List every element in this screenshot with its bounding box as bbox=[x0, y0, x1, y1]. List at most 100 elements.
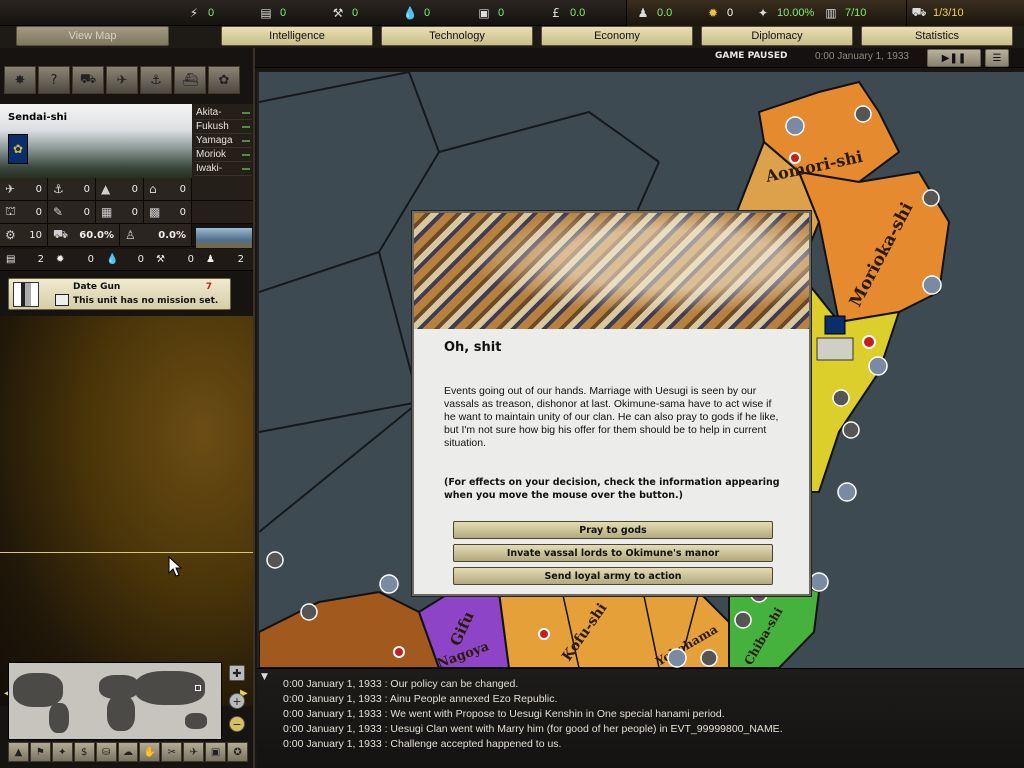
resource-convoy[interactable]: ⛟ 1/3/10 bbox=[911, 4, 963, 22]
res-cell: ▤ 2 bbox=[6, 254, 44, 265]
resource-dissent[interactable]: ✦ 10.00% bbox=[755, 4, 814, 22]
move-icon: ✚ bbox=[232, 666, 242, 680]
port-icon[interactable] bbox=[809, 572, 829, 592]
minimap-viewport[interactable] bbox=[195, 685, 201, 691]
mapmode-partisans[interactable]: ✂ bbox=[161, 742, 183, 762]
army-flag-icon[interactable] bbox=[824, 315, 846, 335]
port-icon[interactable] bbox=[379, 574, 399, 594]
mapmode-military[interactable]: ✦ bbox=[51, 742, 73, 762]
ai-icon: ✈ bbox=[189, 746, 198, 758]
resource-supplies[interactable]: ▣ 0 bbox=[476, 4, 504, 22]
resource-nukes[interactable]: ✹ 0 bbox=[705, 4, 733, 22]
oil-value: 0 bbox=[424, 7, 431, 19]
left-map-view[interactable]: ◀ ▶ bbox=[0, 316, 253, 706]
tab-view-map[interactable]: View Map bbox=[16, 26, 169, 46]
stat-cell: ⌂ 0 bbox=[144, 178, 192, 200]
neighbor-item[interactable]: Moriok bbox=[194, 148, 252, 162]
naval-base-icon: ⚓ bbox=[53, 182, 64, 196]
resource-transport[interactable]: ▥ 7/10 bbox=[823, 4, 866, 22]
dissent-icon: ✦ bbox=[757, 6, 769, 20]
fleet-icon[interactable] bbox=[734, 611, 752, 629]
menu-button[interactable]: ☰ bbox=[985, 49, 1009, 67]
minimap[interactable] bbox=[8, 662, 222, 740]
tab-statistics[interactable]: Statistics bbox=[861, 26, 1013, 46]
resource-money[interactable]: £0.0 bbox=[548, 4, 585, 22]
naval-unit-button[interactable]: ⚓ bbox=[140, 66, 172, 94]
mapmode-terrain[interactable]: ▲ bbox=[8, 742, 29, 762]
unit-count: 7 bbox=[205, 282, 212, 292]
fleet-icon[interactable] bbox=[922, 189, 940, 207]
resource-rare[interactable]: ⚒ 0 bbox=[330, 4, 359, 22]
tab-economy[interactable]: Economy bbox=[541, 26, 693, 46]
play-pause-button[interactable]: ▶❚❚ bbox=[927, 49, 981, 67]
ship-unit-button[interactable]: ⛴ bbox=[174, 66, 206, 94]
mapmode-options[interactable]: ✪ bbox=[227, 742, 248, 762]
mapmode-economy[interactable]: $ bbox=[73, 742, 95, 762]
neighbor-item[interactable]: Yamaga bbox=[194, 134, 252, 148]
unit-name: Date Gun bbox=[73, 282, 121, 292]
fleet-icon[interactable] bbox=[700, 649, 718, 667]
army-counter-icon[interactable] bbox=[816, 337, 854, 361]
resource-metal[interactable]: ▤ 0 bbox=[258, 4, 286, 22]
resource-manpower[interactable]: ♟ 0.0 bbox=[635, 4, 673, 22]
resource-oil[interactable]: 💧 0 bbox=[402, 4, 431, 22]
armor-unit-button[interactable]: ⛟ bbox=[72, 66, 104, 94]
supply-icon: ⛁ bbox=[101, 746, 111, 758]
radar-icon: ⌂ bbox=[149, 182, 157, 196]
unit-card[interactable]: Date Gun 7 This unit has no mission set. bbox=[8, 278, 231, 310]
event-title: Oh, shit bbox=[444, 340, 502, 355]
mapmode-region[interactable]: ▣ bbox=[205, 742, 227, 762]
neighbor-item[interactable]: Akita- bbox=[194, 106, 252, 120]
energy-icon: ✹ bbox=[56, 254, 65, 265]
fleet-icon[interactable] bbox=[854, 105, 872, 123]
tab-intelligence[interactable]: Intelligence bbox=[221, 26, 373, 46]
neighbor-item[interactable]: Fukush bbox=[194, 120, 252, 134]
province-name: Sendai-shi bbox=[8, 112, 68, 123]
mapmode-weather[interactable]: ☁ bbox=[117, 742, 139, 762]
port-icon[interactable] bbox=[868, 356, 888, 376]
log-line: 0:00 January 1, 1933 : Ainu People annex… bbox=[283, 693, 558, 705]
resource-energy[interactable]: ⚡ 0 bbox=[186, 4, 214, 22]
transport-value: 7/10 bbox=[845, 7, 867, 19]
energy-icon: ⚡ bbox=[189, 6, 199, 20]
fleet-icon[interactable] bbox=[842, 421, 860, 439]
tab-diplomacy[interactable]: Diplomacy bbox=[701, 26, 853, 46]
stat-cell: ✎ 0 bbox=[48, 201, 96, 223]
air-unit-button[interactable]: ✈ bbox=[106, 66, 138, 94]
city-marker[interactable] bbox=[538, 628, 550, 640]
option-pray-button[interactable]: Pray to gods bbox=[453, 521, 773, 539]
tab-technology[interactable]: Technology bbox=[381, 26, 533, 46]
flag-unit-button[interactable]: ✿ bbox=[208, 66, 240, 94]
port-icon[interactable] bbox=[837, 482, 857, 502]
zoom-out-button[interactable]: − bbox=[229, 716, 245, 732]
zoom-move-button[interactable]: ✚ bbox=[229, 665, 245, 681]
fleet-icon[interactable] bbox=[300, 603, 318, 621]
province-flag-icon[interactable]: ✿ bbox=[8, 134, 28, 164]
mapmode-supply[interactable]: ⛁ bbox=[95, 742, 117, 762]
city-marker[interactable] bbox=[789, 152, 801, 164]
province-brown[interactable] bbox=[259, 590, 441, 668]
city-marker[interactable] bbox=[862, 335, 876, 349]
message-log[interactable]: ▼ 0:00 January 1, 1933 : Our policy can … bbox=[257, 668, 1024, 768]
zoom-in-button[interactable]: + bbox=[229, 693, 245, 709]
collapse-log-icon[interactable]: ▼ bbox=[261, 672, 268, 682]
event-body: Events going out of our hands. Marriage … bbox=[444, 385, 779, 449]
port-icon[interactable] bbox=[667, 648, 687, 668]
port-icon[interactable] bbox=[785, 116, 805, 136]
zoom-in-icon: + bbox=[232, 694, 242, 708]
option-invite-button[interactable]: Invate vassal lords to Okimune's manor bbox=[453, 544, 773, 562]
land-unit-button[interactable]: ✸ bbox=[4, 66, 36, 94]
mapmode-diplomacy[interactable]: ✋ bbox=[139, 742, 161, 762]
option-army-button[interactable]: Send loyal army to action bbox=[453, 567, 773, 585]
fleet-icon[interactable] bbox=[266, 551, 284, 569]
province-resources: ▤ 2 ✹ 0 💧 0 ⚒ 0 ♟ 2 bbox=[0, 249, 253, 271]
fleet-icon[interactable] bbox=[832, 389, 850, 407]
unknown-unit-button[interactable]: ? bbox=[38, 66, 70, 94]
city-marker[interactable] bbox=[393, 646, 405, 658]
port-icon[interactable] bbox=[922, 275, 942, 295]
minimap-land bbox=[13, 673, 63, 707]
mapmode-political[interactable]: ⚑ bbox=[29, 742, 51, 762]
neighbor-item[interactable]: Iwaki- bbox=[194, 162, 252, 176]
mapmode-ai[interactable]: ✈ bbox=[183, 742, 205, 762]
reactor-icon: ⛫ bbox=[5, 204, 17, 218]
